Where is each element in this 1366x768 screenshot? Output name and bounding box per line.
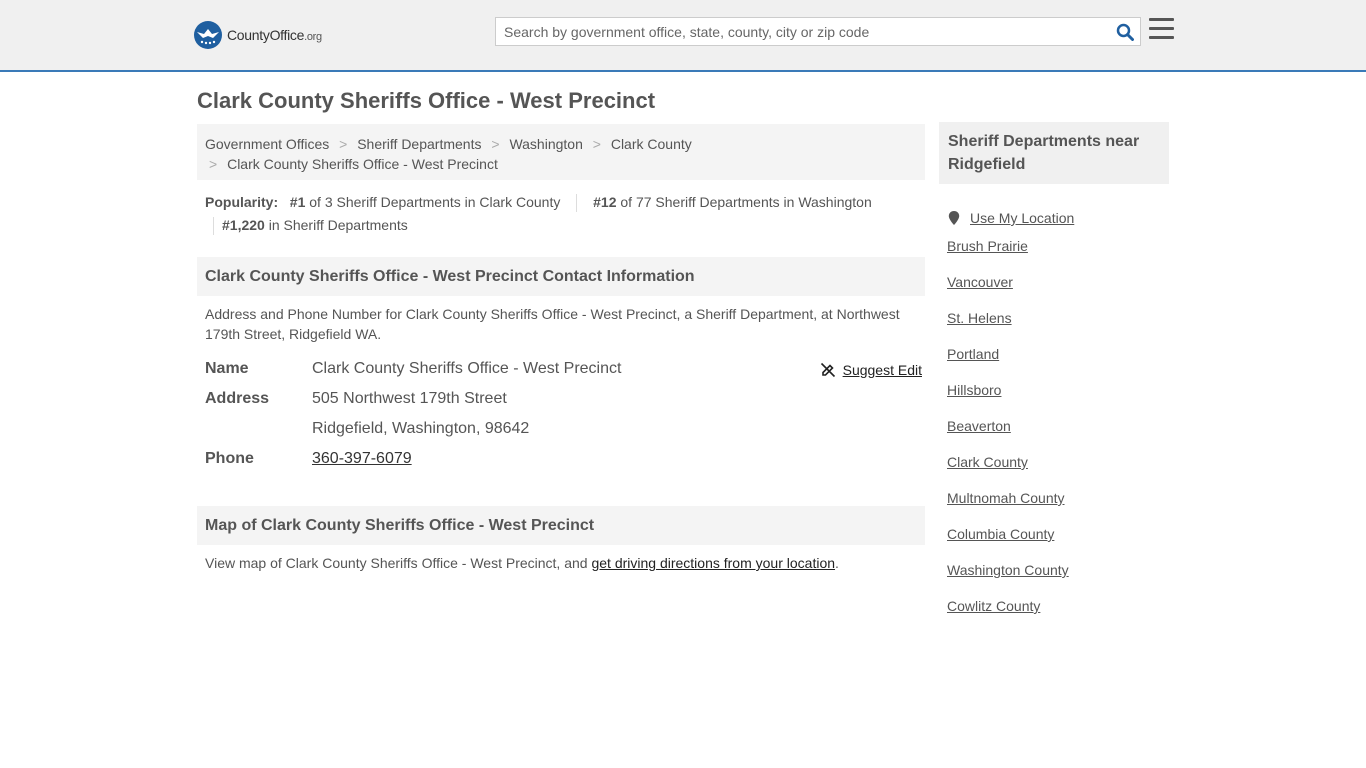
divider — [576, 194, 578, 213]
contact-description: Address and Phone Number for Clark Count… — [205, 306, 900, 342]
breadcrumb-separator: > — [491, 136, 500, 152]
breadcrumb-separator: > — [339, 136, 348, 152]
nearby-link-columbia-county[interactable]: Columbia County — [947, 526, 1054, 542]
map-desc-suffix: . — [835, 555, 839, 571]
popularity-rank-national: #1,220 — [222, 217, 265, 233]
breadcrumb-separator: > — [592, 136, 601, 152]
logo-text: CountyOffice.org — [227, 27, 322, 43]
use-location-item[interactable]: Use My Location — [947, 200, 1074, 236]
popularity-rank-state: #12 — [593, 194, 617, 210]
address-row: Address 505 Northwest 179th Street — [205, 384, 925, 414]
nearby-link-clark-county[interactable]: Clark County — [947, 454, 1028, 470]
phone-link[interactable]: 360-397-6079 — [312, 450, 412, 467]
divider — [213, 217, 214, 236]
popularity-label: Popularity: — [205, 194, 279, 210]
popularity-stats: Popularity: #1 of 3 Sheriff Departments … — [205, 191, 925, 237]
address-line2: Ridgefield, Washington, 98642 — [312, 420, 530, 437]
name-label: Name — [205, 360, 249, 377]
search-input[interactable] — [496, 18, 1110, 45]
nearby-link-portland[interactable]: Portland — [947, 346, 999, 362]
nearby-list: Use My Location Brush Prairie Vancouver … — [947, 200, 1074, 632]
suggest-edit[interactable]: Suggest Edit — [820, 359, 922, 381]
nearby-link-brush-prairie[interactable]: Brush Prairie — [947, 238, 1028, 254]
search-icon — [1116, 23, 1134, 41]
contact-heading: Clark County Sheriffs Office - West Prec… — [197, 257, 925, 296]
page-title: Clark County Sheriffs Office - West Prec… — [197, 88, 656, 113]
nearby-link-hillsboro[interactable]: Hillsboro — [947, 382, 1001, 398]
suggest-edit-link[interactable]: Suggest Edit — [843, 359, 922, 381]
address-row-2: Ridgefield, Washington, 98642 — [205, 414, 925, 444]
address-label: Address — [205, 390, 270, 407]
eagle-logo-icon — [194, 21, 222, 49]
site-logo[interactable]: CountyOffice.org — [194, 20, 322, 50]
use-location-link[interactable]: Use My Location — [970, 208, 1074, 228]
popularity-text-state: of 77 Sheriff Departments in Washington — [620, 194, 872, 210]
search-bar — [495, 17, 1141, 46]
name-row: Name Clark County Sheriffs Office - West… — [205, 354, 925, 384]
menu-icon[interactable] — [1149, 18, 1175, 42]
address-line1: 505 Northwest 179th Street — [312, 390, 507, 407]
sidebar-heading: Sheriff Departments near Ridgefield — [939, 122, 1169, 184]
breadcrumb-sheriff-departments[interactable]: Sheriff Departments — [357, 136, 481, 152]
phone-row: Phone 360-397-6079 — [205, 444, 925, 474]
breadcrumb-separator: > — [209, 156, 218, 172]
nearby-link-vancouver[interactable]: Vancouver — [947, 274, 1013, 290]
breadcrumb: Government Offices > Sheriff Departments… — [197, 124, 925, 180]
nearby-link-beaverton[interactable]: Beaverton — [947, 418, 1011, 434]
site-header: CountyOffice.org — [0, 0, 1366, 72]
name-value: Clark County Sheriffs Office - West Prec… — [312, 360, 622, 377]
search-button[interactable] — [1110, 18, 1140, 45]
popularity-text-national: in Sheriff Departments — [268, 217, 408, 233]
edit-off-icon — [820, 362, 835, 378]
breadcrumb-clark-county[interactable]: Clark County — [611, 136, 692, 152]
nearby-link-cowlitz-county[interactable]: Cowlitz County — [947, 598, 1040, 614]
breadcrumb-washington[interactable]: Washington — [509, 136, 582, 152]
popularity-rank-county: #1 — [289, 194, 306, 210]
nearby-link-multnomah-county[interactable]: Multnomah County — [947, 490, 1065, 506]
driving-directions-link[interactable]: get driving directions from your locatio… — [591, 555, 835, 571]
nearby-link-washington-county[interactable]: Washington County — [947, 562, 1069, 578]
nearby-link-st-helens[interactable]: St. Helens — [947, 310, 1012, 326]
breadcrumb-government-offices[interactable]: Government Offices — [205, 136, 329, 152]
phone-label: Phone — [205, 450, 254, 467]
map-heading: Map of Clark County Sheriffs Office - We… — [197, 506, 925, 545]
map-desc-text: View map of Clark County Sheriffs Office… — [205, 555, 592, 571]
location-pin-icon — [948, 211, 960, 225]
map-description: View map of Clark County Sheriffs Office… — [205, 553, 920, 573]
popularity-text-county: of 3 Sheriff Departments in Clark County — [309, 194, 561, 210]
breadcrumb-current: Clark County Sheriffs Office - West Prec… — [227, 156, 498, 172]
